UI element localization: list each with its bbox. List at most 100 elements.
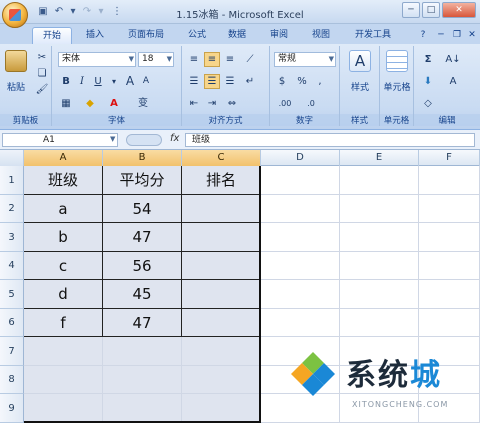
cell-a1[interactable]: 班级 <box>24 166 103 195</box>
formula-bar-splitter[interactable] <box>126 134 162 146</box>
cell-d2[interactable] <box>261 195 340 223</box>
tab-review[interactable]: 审阅 <box>262 27 296 44</box>
find-select-button[interactable]: A <box>442 74 464 89</box>
cell-f5[interactable] <box>419 280 480 309</box>
phonetic-button[interactable]: 变 <box>132 96 154 111</box>
align-center-icon[interactable]: ☰ <box>204 74 220 89</box>
underline-button[interactable]: U <box>90 74 106 89</box>
cell-f4[interactable] <box>419 252 480 280</box>
cell-a9[interactable] <box>24 394 103 423</box>
cell-b9[interactable] <box>103 394 182 423</box>
borders-icon[interactable]: ▦ <box>58 96 74 111</box>
align-top-icon[interactable]: ≡ <box>186 52 202 67</box>
cell-c3[interactable] <box>182 223 261 252</box>
cell-e2[interactable] <box>340 195 419 223</box>
cell-f2[interactable] <box>419 195 480 223</box>
tab-insert[interactable]: 插入 <box>78 27 112 44</box>
cell-a2[interactable]: a <box>24 195 103 223</box>
row-header-8[interactable]: 8 <box>0 366 24 394</box>
row-header-3[interactable]: 3 <box>0 223 24 252</box>
ribbon-minimize-icon[interactable]: ─ <box>434 27 448 44</box>
restore-icon[interactable]: ❐ <box>450 27 464 44</box>
tab-view[interactable]: 视图 <box>304 27 338 44</box>
cell-c5[interactable] <box>182 280 261 309</box>
autosum-button[interactable]: Σ <box>420 52 436 67</box>
fill-icon[interactable]: ⬇ <box>420 74 436 89</box>
cell-b1[interactable]: 平均分 <box>103 166 182 195</box>
cell-e6[interactable] <box>340 309 419 337</box>
cell-c2[interactable] <box>182 195 261 223</box>
cell-f3[interactable] <box>419 223 480 252</box>
font-name-select[interactable]: 宋体 ▼ <box>58 52 136 67</box>
row-header-4[interactable]: 4 <box>0 252 24 280</box>
comma-button[interactable]: , <box>312 74 328 89</box>
cell-a5[interactable]: d <box>24 280 103 309</box>
cell-a7[interactable] <box>24 337 103 366</box>
clear-icon[interactable]: ◇ <box>420 96 436 111</box>
cell-d1[interactable] <box>261 166 340 195</box>
cell-b2[interactable]: 54 <box>103 195 182 223</box>
cell-c8[interactable] <box>182 366 261 394</box>
cell-e5[interactable] <box>340 280 419 309</box>
cell-b4[interactable]: 56 <box>103 252 182 280</box>
select-all-corner[interactable] <box>0 150 24 166</box>
workbook-close-icon[interactable]: ✕ <box>466 27 478 44</box>
cells-button[interactable]: 单元格 <box>380 50 414 93</box>
grow-font-button[interactable]: A <box>122 74 138 89</box>
merge-center-icon[interactable]: ⇔ <box>224 96 240 111</box>
styles-button[interactable]: A 样式 <box>344 50 376 93</box>
cell-d5[interactable] <box>261 280 340 309</box>
tab-page-layout[interactable]: 页面布局 <box>118 27 174 44</box>
cell-b7[interactable] <box>103 337 182 366</box>
cut-icon[interactable]: ✂ <box>34 50 50 65</box>
paste-button[interactable]: 粘贴 <box>2 50 30 93</box>
number-format-select[interactable]: 常规 ▼ <box>274 52 336 67</box>
cell-c1[interactable]: 排名 <box>182 166 261 195</box>
font-size-select[interactable]: 18 ▼ <box>138 52 174 67</box>
cell-d6[interactable] <box>261 309 340 337</box>
cell-a3[interactable]: b <box>24 223 103 252</box>
decrease-decimal-button[interactable]: .0 <box>300 96 322 111</box>
cell-c4[interactable] <box>182 252 261 280</box>
chevron-down-icon[interactable]: ▼ <box>110 135 115 143</box>
row-header-1[interactable]: 1 <box>0 166 24 195</box>
bold-button[interactable]: B <box>58 74 74 89</box>
align-left-icon[interactable]: ☰ <box>186 74 202 89</box>
shrink-font-button[interactable]: A <box>138 74 154 89</box>
sort-filter-button[interactable]: A↓ <box>442 52 464 67</box>
orientation-icon[interactable]: ⟋ <box>242 52 258 67</box>
formula-input[interactable]: 班级 <box>185 133 475 147</box>
cell-b8[interactable] <box>103 366 182 394</box>
cell-a4[interactable]: c <box>24 252 103 280</box>
increase-decimal-button[interactable]: .00 <box>274 96 296 111</box>
align-bottom-icon[interactable]: ≡ <box>222 52 238 67</box>
row-header-6[interactable]: 6 <box>0 309 24 337</box>
cell-a6[interactable]: f <box>24 309 103 337</box>
row-header-2[interactable]: 2 <box>0 195 24 223</box>
column-header-c[interactable]: C <box>182 150 261 166</box>
underline-dropdown-icon[interactable]: ▾ <box>106 74 122 89</box>
currency-icon[interactable]: $ <box>274 74 290 89</box>
cell-d4[interactable] <box>261 252 340 280</box>
name-box[interactable]: A1 <box>2 133 118 147</box>
office-button[interactable] <box>2 2 28 28</box>
copy-icon[interactable]: ❏ <box>34 66 50 81</box>
column-header-d[interactable]: D <box>261 150 340 166</box>
tab-home[interactable]: 开始 <box>32 27 72 44</box>
fill-color-icon[interactable]: ◆ <box>82 96 98 111</box>
align-middle-icon[interactable]: ≡ <box>204 52 220 67</box>
tab-developer[interactable]: 开发工具 <box>348 27 398 44</box>
italic-button[interactable]: I <box>74 74 90 89</box>
increase-indent-icon[interactable]: ⇥ <box>204 96 220 111</box>
cell-d3[interactable] <box>261 223 340 252</box>
row-header-9[interactable]: 9 <box>0 394 24 423</box>
minimize-button[interactable]: ─ <box>402 2 420 18</box>
column-header-a[interactable]: A <box>24 150 103 166</box>
cell-a8[interactable] <box>24 366 103 394</box>
cell-e4[interactable] <box>340 252 419 280</box>
cell-b5[interactable]: 45 <box>103 280 182 309</box>
cell-e1[interactable] <box>340 166 419 195</box>
font-color-button[interactable]: A <box>106 96 122 111</box>
percent-button[interactable]: % <box>294 74 310 89</box>
format-painter-icon[interactable]: 🖌 <box>34 82 50 97</box>
